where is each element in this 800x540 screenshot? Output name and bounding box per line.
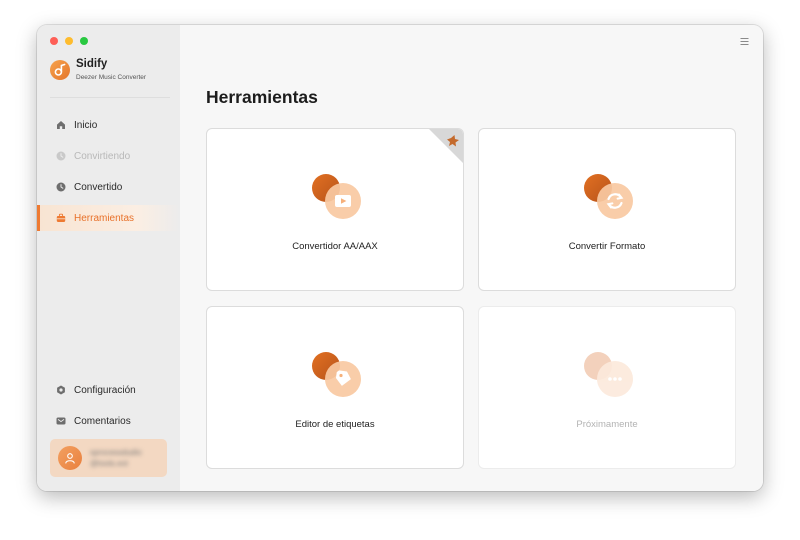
tag-icon — [312, 352, 361, 397]
main-content: Herramientas Convertidor AA/AAX Converti… — [180, 25, 763, 491]
minimize-window-button[interactable] — [65, 37, 73, 45]
tool-card-aa-aax-converter[interactable]: Convertidor AA/AAX — [206, 128, 464, 291]
sidebar-divider — [50, 97, 170, 98]
toolbox-icon — [56, 213, 66, 222]
new-corner-badge — [429, 129, 463, 163]
app-window: Sidify Deezer Music Converter Inicio Con… — [37, 25, 763, 491]
sidebar-item-comentarios[interactable]: Comentarios — [37, 408, 180, 434]
sidebar-item-label: Configuración — [74, 384, 136, 396]
sidebar-item-configuracion[interactable]: Configuración — [37, 377, 180, 403]
refresh-cycle-icon — [584, 174, 633, 219]
sidebar-item-label: Comentarios — [74, 415, 131, 427]
tool-card-label: Próximamente — [576, 419, 638, 430]
account-info: sprocessdudio @tools.ext — [90, 447, 142, 469]
window-controls — [50, 37, 88, 45]
converting-clock-icon — [56, 151, 66, 161]
play-video-icon — [312, 174, 361, 219]
sidify-logo-icon — [50, 60, 70, 80]
app-name: Sidify — [76, 58, 108, 70]
sidebar-item-inicio[interactable]: Inicio — [37, 112, 180, 138]
sidebar-item-convertido[interactable]: Convertido — [37, 174, 180, 200]
zoom-window-button[interactable] — [80, 37, 88, 45]
sidebar-item-herramientas[interactable]: Herramientas — [37, 205, 180, 231]
tool-card-coming-soon: Próximamente — [478, 306, 736, 469]
sidebar-item-label: Convirtiendo — [74, 150, 131, 162]
avatar — [58, 446, 82, 470]
settings-gear-icon — [57, 385, 65, 395]
sidebar-item-label: Inicio — [74, 119, 98, 131]
sidebar-bottom-nav: Configuración Comentarios — [37, 377, 180, 439]
close-window-button[interactable] — [50, 37, 58, 45]
app-brand: Sidify Deezer Music Converter — [50, 58, 170, 86]
tool-card-format-converter[interactable]: Convertir Formato — [478, 128, 736, 291]
sidebar-nav: Inicio Convirtiendo Convertido Herramien… — [37, 112, 180, 236]
sidebar-item-label: Herramientas — [74, 212, 135, 224]
tool-card-label: Convertir Formato — [568, 241, 646, 252]
account-email: @tools.ext — [90, 459, 128, 468]
sidebar-item-convirtiendo: Convirtiendo — [37, 143, 180, 169]
tool-card-tag-editor[interactable]: Editor de etiquetas — [206, 306, 464, 469]
history-clock-icon — [56, 182, 66, 192]
hamburger-menu-icon[interactable] — [740, 37, 749, 46]
tool-card-label: Editor de etiquetas — [295, 419, 375, 430]
sidebar-item-label: Convertido — [74, 181, 123, 193]
account-name: sprocessdudio — [90, 448, 142, 457]
user-icon — [65, 453, 75, 464]
tool-card-label: Convertidor AA/AAX — [292, 241, 378, 252]
mail-icon — [56, 417, 66, 425]
page-title: Herramientas — [206, 87, 318, 107]
home-icon — [57, 121, 65, 129]
app-subtitle: Deezer Music Converter — [76, 74, 147, 81]
account-panel[interactable]: sprocessdudio @tools.ext — [50, 439, 167, 477]
more-dots-icon — [584, 352, 633, 397]
sidebar: Sidify Deezer Music Converter Inicio Con… — [37, 25, 181, 491]
